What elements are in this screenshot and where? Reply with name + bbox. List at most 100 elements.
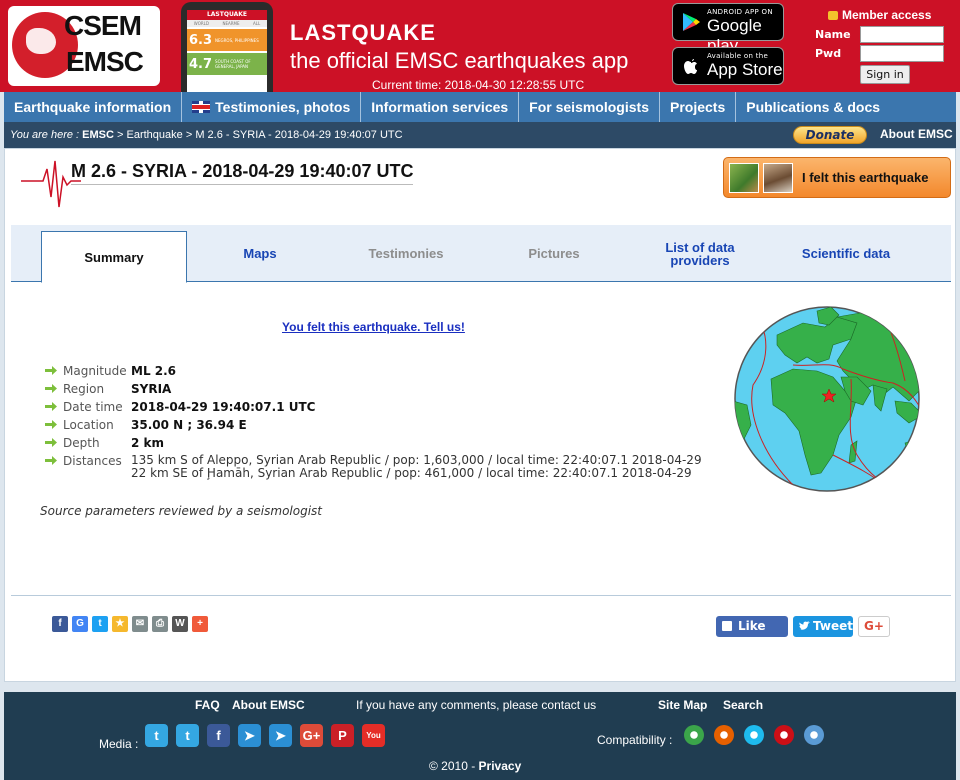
password-input[interactable] — [860, 45, 944, 62]
name-label: Name — [815, 28, 851, 41]
arrow-right-icon — [45, 366, 57, 375]
safari-icon[interactable] — [804, 725, 824, 745]
distance-line: 22 km SE of Ḩamāh, Syrian Arab Republic … — [131, 466, 692, 480]
footer-faq-link[interactable]: FAQ — [195, 698, 220, 712]
app-store-badge[interactable]: Available on the App Store — [672, 47, 784, 85]
pinterest-media-icon[interactable]: P — [331, 724, 354, 747]
telegram-alt-media-icon[interactable]: ➤ — [269, 724, 292, 747]
tab-maps[interactable]: Maps — [187, 225, 333, 282]
footer-search-link[interactable]: Search — [723, 698, 763, 712]
pwd-label: Pwd — [815, 47, 842, 60]
chrome-icon[interactable] — [684, 725, 704, 745]
breadcrumb-earthquake[interactable]: Earthquake — [127, 129, 183, 141]
wordpress-share-icon[interactable]: W — [172, 616, 188, 632]
app-subtitle[interactable]: the official EMSC earthquakes app — [290, 48, 628, 74]
twitter-alt-media-icon[interactable]: t — [176, 724, 199, 747]
telegram-media-icon[interactable]: ➤ — [238, 724, 261, 747]
twitter-media-icon[interactable]: t — [145, 724, 168, 747]
phone-tab: NEARME — [222, 21, 240, 26]
more-share-icon[interactable]: + — [192, 616, 208, 632]
twitter-bird-icon — [799, 621, 810, 630]
facebook-share-icon[interactable]: f — [52, 616, 68, 632]
logo-text-top: CSEM — [64, 10, 142, 41]
opera-icon[interactable] — [774, 725, 794, 745]
sign-in-button[interactable]: Sign in — [860, 65, 910, 84]
browser-icons — [684, 725, 824, 745]
tweet-button[interactable]: Tweet — [793, 616, 853, 637]
share-toolbar: f Gt ★ ✉ ⎙ W + — [52, 616, 208, 632]
tab-pictures: Pictures — [528, 246, 580, 261]
felt-thumbnail-image — [729, 163, 759, 193]
google-plus-button[interactable]: G+ — [858, 616, 890, 637]
divider — [11, 595, 951, 596]
arrow-right-icon — [45, 420, 57, 429]
nav-projects[interactable]: Projects — [660, 92, 737, 122]
phone-tab: ALL — [253, 21, 261, 26]
phone-app-bar: LASTQUAKE — [187, 10, 267, 20]
google-share-icon[interactable]: G — [72, 616, 88, 632]
footer-sitemap-link[interactable]: Site Map — [658, 698, 707, 712]
media-label: Media : — [99, 737, 139, 751]
print-share-icon[interactable]: ⎙ — [152, 616, 168, 632]
phone-quake-row: 4.7 SOUTH COAST OF GENERAL, JAPAN — [187, 53, 267, 75]
thumbs-up-icon — [722, 621, 732, 631]
apple-icon — [684, 59, 697, 74]
like-count: 113 — [738, 640, 764, 654]
app-title[interactable]: LASTQUAKE — [290, 20, 436, 46]
facebook-like-button[interactable]: Like 113 — [716, 616, 788, 654]
reviewed-note: Source parameters reviewed by a seismolo… — [40, 504, 323, 518]
tab-summary[interactable]: Summary — [41, 231, 187, 283]
facebook-media-icon[interactable]: f — [207, 724, 230, 747]
copyright: © 2010 - Privacy — [429, 759, 522, 773]
breadcrumb-emsc[interactable]: EMSC — [82, 129, 114, 141]
ie-icon[interactable] — [744, 725, 764, 745]
nav-earthquake-information[interactable]: Earthquake information — [4, 92, 183, 122]
epicenter-globe-map[interactable] — [733, 305, 921, 493]
uk-flag-icon — [192, 101, 211, 113]
logo-text-bottom: EMSC — [66, 46, 144, 77]
donate-button[interactable]: Donate — [793, 126, 867, 144]
member-access-title: Member access — [828, 8, 931, 22]
arrow-right-icon — [45, 384, 57, 393]
phone-app-image[interactable]: LASTQUAKE WORLD NEARME ALL 6.3 NEGROS, P… — [181, 2, 273, 92]
googleplus-media-icon[interactable]: G+ — [300, 724, 323, 747]
current-time: Current time: 2018-04-30 12:28:55 UTC — [372, 78, 585, 92]
tab-data-providers[interactable]: List of data providers — [627, 225, 773, 282]
tab-scientific-data[interactable]: Scientific data — [773, 225, 919, 282]
nav-publications-docs[interactable]: Publications & docs — [736, 92, 890, 122]
csem-emsc-logo[interactable]: CSEM EMSC — [8, 6, 160, 86]
arrow-right-icon — [45, 438, 57, 447]
arrow-right-icon — [45, 402, 57, 411]
site-footer: FAQ About EMSC If you have any comments,… — [4, 692, 956, 780]
phone-tab: WORLD — [193, 21, 209, 26]
email-share-icon[interactable]: ✉ — [132, 616, 148, 632]
main-nav: Earthquake information Testimonies, phot… — [4, 92, 956, 122]
media-icons: t t f ➤ ➤ G+ P You — [145, 724, 385, 747]
twitter-share-icon[interactable]: t — [92, 616, 108, 632]
tell-us-link[interactable]: You felt this earthquake. Tell us! — [282, 320, 465, 334]
site-header: CSEM EMSC LASTQUAKE WORLD NEARME ALL 6.3… — [0, 0, 960, 92]
name-input[interactable] — [860, 26, 944, 43]
about-emsc-link[interactable]: About EMSC — [880, 127, 953, 141]
felt-thumbnail-image — [763, 163, 793, 193]
firefox-icon[interactable] — [714, 725, 734, 745]
tab-testimonies: Testimonies — [368, 246, 444, 261]
main-panel: M 2.6 - SYRIA - 2018-04-29 19:40:07 UTC … — [4, 148, 956, 682]
favorites-share-icon[interactable]: ★ — [112, 616, 128, 632]
footer-contact-link[interactable]: If you have any comments, please contact… — [356, 698, 596, 712]
google-play-icon — [683, 13, 700, 31]
page-title: M 2.6 - SYRIA - 2018-04-29 19:40:07 UTC — [71, 161, 414, 185]
event-tabs: Summary Maps Testimonies Pictures List o… — [11, 225, 951, 283]
nav-information-services[interactable]: Information services — [361, 92, 520, 122]
i-felt-earthquake-button[interactable]: I felt this earthquake — [723, 157, 951, 198]
nav-testimonies-photos[interactable]: Testimonies, photos — [182, 92, 362, 122]
compatibility-label: Compatibility : — [597, 733, 673, 747]
arrow-right-icon — [45, 456, 57, 465]
footer-about-link[interactable]: About EMSC — [232, 698, 305, 712]
breadcrumb-current: M 2.6 - SYRIA - 2018-04-29 19:40:07 UTC — [195, 129, 403, 141]
lock-icon — [828, 11, 838, 20]
google-play-badge[interactable]: ANDROID APP ON Google play — [672, 3, 784, 55]
nav-for-seismologists[interactable]: For seismologists — [519, 92, 660, 122]
privacy-link[interactable]: Privacy — [479, 759, 522, 773]
youtube-media-icon[interactable]: You — [362, 724, 385, 747]
